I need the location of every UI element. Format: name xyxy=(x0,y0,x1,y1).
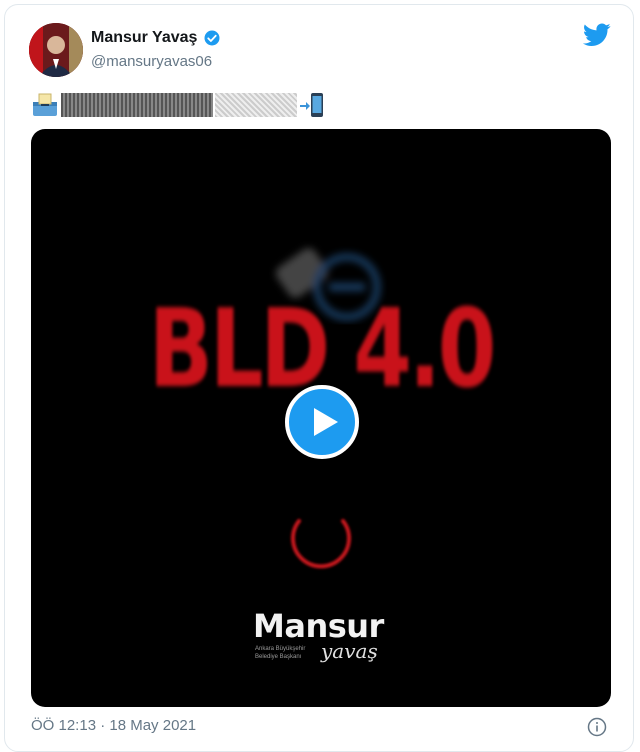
play-icon xyxy=(314,408,338,436)
author-row: Mansur Yavaş xyxy=(91,29,221,47)
author-handle[interactable]: @mansuryavas06 xyxy=(91,53,212,70)
arrow-phone-emoji-icon xyxy=(300,93,323,117)
avatar[interactable] xyxy=(29,23,83,77)
tweet-timestamp[interactable]: ÖÖ 12:13 · 18 May 2021 xyxy=(31,717,196,734)
verified-badge-icon xyxy=(204,30,220,46)
play-button[interactable] xyxy=(285,385,359,459)
video-media[interactable]: BLD 4.0 Mansur Ankara Büyükşehir Belediy… xyxy=(31,129,611,707)
redacted-text-light xyxy=(215,93,297,117)
brand-subtitle: Ankara Büyükşehir Belediye Başkanı xyxy=(255,645,305,661)
ballot-box-emoji-icon xyxy=(33,93,57,116)
info-icon[interactable] xyxy=(587,717,607,737)
tweet-card: Mansur Yavaş @mansuryavas06 BLD 4.0 Mans… xyxy=(4,4,634,752)
redacted-text xyxy=(61,93,213,117)
brand-subtitle-line2: Belediye Başkanı xyxy=(255,654,302,660)
loading-ring-icon xyxy=(291,519,351,569)
twitter-bird-icon[interactable] xyxy=(583,23,611,47)
author-name[interactable]: Mansur Yavaş xyxy=(91,29,197,47)
brand-script: yavaş xyxy=(321,639,378,663)
brand-subtitle-line1: Ankara Büyükşehir xyxy=(255,646,306,652)
tweet-text xyxy=(31,91,325,119)
